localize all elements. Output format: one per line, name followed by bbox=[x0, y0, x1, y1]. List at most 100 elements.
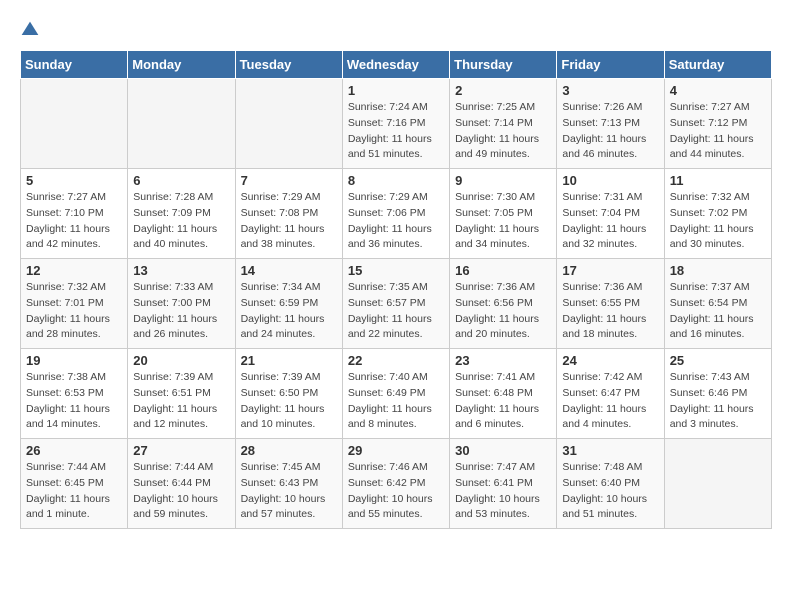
daylight-text: Daylight: 11 hours and 51 minutes. bbox=[348, 133, 432, 161]
day-number: 14 bbox=[241, 263, 337, 278]
sunrise-text: Sunrise: 7:44 AM bbox=[133, 461, 213, 473]
day-number: 12 bbox=[26, 263, 122, 278]
day-info: Sunrise: 7:39 AM Sunset: 6:50 PM Dayligh… bbox=[241, 370, 337, 433]
calendar-cell: 29 Sunrise: 7:46 AM Sunset: 6:42 PM Dayl… bbox=[342, 439, 449, 529]
day-info: Sunrise: 7:38 AM Sunset: 6:53 PM Dayligh… bbox=[26, 370, 122, 433]
day-number: 26 bbox=[26, 443, 122, 458]
day-info: Sunrise: 7:27 AM Sunset: 7:12 PM Dayligh… bbox=[670, 100, 766, 163]
daylight-text: Daylight: 11 hours and 46 minutes. bbox=[562, 133, 646, 161]
calendar-cell: 20 Sunrise: 7:39 AM Sunset: 6:51 PM Dayl… bbox=[128, 349, 235, 439]
weekday-header-friday: Friday bbox=[557, 51, 664, 79]
day-number: 4 bbox=[670, 83, 766, 98]
daylight-text: Daylight: 10 hours and 55 minutes. bbox=[348, 493, 433, 521]
sunset-text: Sunset: 6:55 PM bbox=[562, 297, 640, 309]
daylight-text: Daylight: 11 hours and 24 minutes. bbox=[241, 313, 325, 341]
sunset-text: Sunset: 6:59 PM bbox=[241, 297, 319, 309]
daylight-text: Daylight: 11 hours and 14 minutes. bbox=[26, 403, 110, 431]
day-info: Sunrise: 7:42 AM Sunset: 6:47 PM Dayligh… bbox=[562, 370, 658, 433]
daylight-text: Daylight: 11 hours and 4 minutes. bbox=[562, 403, 646, 431]
day-info: Sunrise: 7:26 AM Sunset: 7:13 PM Dayligh… bbox=[562, 100, 658, 163]
calendar-cell: 31 Sunrise: 7:48 AM Sunset: 6:40 PM Dayl… bbox=[557, 439, 664, 529]
day-number: 29 bbox=[348, 443, 444, 458]
sunset-text: Sunset: 6:57 PM bbox=[348, 297, 426, 309]
day-number: 23 bbox=[455, 353, 551, 368]
day-info: Sunrise: 7:34 AM Sunset: 6:59 PM Dayligh… bbox=[241, 280, 337, 343]
sunrise-text: Sunrise: 7:32 AM bbox=[670, 191, 750, 203]
calendar-cell bbox=[128, 79, 235, 169]
daylight-text: Daylight: 11 hours and 12 minutes. bbox=[133, 403, 217, 431]
daylight-text: Daylight: 11 hours and 49 minutes. bbox=[455, 133, 539, 161]
sunset-text: Sunset: 6:49 PM bbox=[348, 387, 426, 399]
sunset-text: Sunset: 7:06 PM bbox=[348, 207, 426, 219]
sunrise-text: Sunrise: 7:43 AM bbox=[670, 371, 750, 383]
calendar-cell: 2 Sunrise: 7:25 AM Sunset: 7:14 PM Dayli… bbox=[450, 79, 557, 169]
sunrise-text: Sunrise: 7:37 AM bbox=[670, 281, 750, 293]
day-info: Sunrise: 7:32 AM Sunset: 7:02 PM Dayligh… bbox=[670, 190, 766, 253]
sunset-text: Sunset: 6:41 PM bbox=[455, 477, 533, 489]
daylight-text: Daylight: 11 hours and 30 minutes. bbox=[670, 223, 754, 251]
sunset-text: Sunset: 7:16 PM bbox=[348, 117, 426, 129]
sunset-text: Sunset: 6:53 PM bbox=[26, 387, 104, 399]
sunrise-text: Sunrise: 7:27 AM bbox=[670, 101, 750, 113]
daylight-text: Daylight: 11 hours and 18 minutes. bbox=[562, 313, 646, 341]
weekday-header-sunday: Sunday bbox=[21, 51, 128, 79]
day-number: 15 bbox=[348, 263, 444, 278]
sunrise-text: Sunrise: 7:32 AM bbox=[26, 281, 106, 293]
calendar-week-row: 12 Sunrise: 7:32 AM Sunset: 7:01 PM Dayl… bbox=[21, 259, 772, 349]
daylight-text: Daylight: 11 hours and 40 minutes. bbox=[133, 223, 217, 251]
calendar-cell: 7 Sunrise: 7:29 AM Sunset: 7:08 PM Dayli… bbox=[235, 169, 342, 259]
sunrise-text: Sunrise: 7:41 AM bbox=[455, 371, 535, 383]
day-info: Sunrise: 7:29 AM Sunset: 7:06 PM Dayligh… bbox=[348, 190, 444, 253]
day-info: Sunrise: 7:33 AM Sunset: 7:00 PM Dayligh… bbox=[133, 280, 229, 343]
calendar-cell: 25 Sunrise: 7:43 AM Sunset: 6:46 PM Dayl… bbox=[664, 349, 771, 439]
sunrise-text: Sunrise: 7:38 AM bbox=[26, 371, 106, 383]
day-number: 24 bbox=[562, 353, 658, 368]
weekday-header-monday: Monday bbox=[128, 51, 235, 79]
sunset-text: Sunset: 6:45 PM bbox=[26, 477, 104, 489]
day-info: Sunrise: 7:27 AM Sunset: 7:10 PM Dayligh… bbox=[26, 190, 122, 253]
day-info: Sunrise: 7:36 AM Sunset: 6:55 PM Dayligh… bbox=[562, 280, 658, 343]
daylight-text: Daylight: 11 hours and 6 minutes. bbox=[455, 403, 539, 431]
calendar-cell: 23 Sunrise: 7:41 AM Sunset: 6:48 PM Dayl… bbox=[450, 349, 557, 439]
logo-icon bbox=[20, 20, 40, 40]
sunrise-text: Sunrise: 7:36 AM bbox=[455, 281, 535, 293]
sunset-text: Sunset: 7:00 PM bbox=[133, 297, 211, 309]
weekday-header-thursday: Thursday bbox=[450, 51, 557, 79]
day-info: Sunrise: 7:47 AM Sunset: 6:41 PM Dayligh… bbox=[455, 460, 551, 523]
daylight-text: Daylight: 11 hours and 38 minutes. bbox=[241, 223, 325, 251]
calendar-cell: 22 Sunrise: 7:40 AM Sunset: 6:49 PM Dayl… bbox=[342, 349, 449, 439]
day-info: Sunrise: 7:30 AM Sunset: 7:05 PM Dayligh… bbox=[455, 190, 551, 253]
daylight-text: Daylight: 11 hours and 28 minutes. bbox=[26, 313, 110, 341]
sunset-text: Sunset: 7:09 PM bbox=[133, 207, 211, 219]
daylight-text: Daylight: 11 hours and 26 minutes. bbox=[133, 313, 217, 341]
day-info: Sunrise: 7:37 AM Sunset: 6:54 PM Dayligh… bbox=[670, 280, 766, 343]
sunrise-text: Sunrise: 7:29 AM bbox=[348, 191, 428, 203]
calendar-cell bbox=[235, 79, 342, 169]
sunset-text: Sunset: 6:47 PM bbox=[562, 387, 640, 399]
sunrise-text: Sunrise: 7:28 AM bbox=[133, 191, 213, 203]
calendar-cell: 26 Sunrise: 7:44 AM Sunset: 6:45 PM Dayl… bbox=[21, 439, 128, 529]
day-number: 2 bbox=[455, 83, 551, 98]
day-number: 17 bbox=[562, 263, 658, 278]
sunset-text: Sunset: 6:43 PM bbox=[241, 477, 319, 489]
day-number: 3 bbox=[562, 83, 658, 98]
calendar-cell: 6 Sunrise: 7:28 AM Sunset: 7:09 PM Dayli… bbox=[128, 169, 235, 259]
sunset-text: Sunset: 7:02 PM bbox=[670, 207, 748, 219]
sunset-text: Sunset: 6:46 PM bbox=[670, 387, 748, 399]
day-number: 9 bbox=[455, 173, 551, 188]
sunrise-text: Sunrise: 7:47 AM bbox=[455, 461, 535, 473]
sunrise-text: Sunrise: 7:44 AM bbox=[26, 461, 106, 473]
day-info: Sunrise: 7:44 AM Sunset: 6:45 PM Dayligh… bbox=[26, 460, 122, 523]
daylight-text: Daylight: 11 hours and 44 minutes. bbox=[670, 133, 754, 161]
calendar-cell: 27 Sunrise: 7:44 AM Sunset: 6:44 PM Dayl… bbox=[128, 439, 235, 529]
calendar-week-row: 26 Sunrise: 7:44 AM Sunset: 6:45 PM Dayl… bbox=[21, 439, 772, 529]
day-number: 1 bbox=[348, 83, 444, 98]
calendar-cell: 30 Sunrise: 7:47 AM Sunset: 6:41 PM Dayl… bbox=[450, 439, 557, 529]
day-info: Sunrise: 7:28 AM Sunset: 7:09 PM Dayligh… bbox=[133, 190, 229, 253]
sunrise-text: Sunrise: 7:39 AM bbox=[133, 371, 213, 383]
weekday-header-wednesday: Wednesday bbox=[342, 51, 449, 79]
daylight-text: Daylight: 10 hours and 57 minutes. bbox=[241, 493, 326, 521]
sunrise-text: Sunrise: 7:27 AM bbox=[26, 191, 106, 203]
sunset-text: Sunset: 7:05 PM bbox=[455, 207, 533, 219]
day-number: 18 bbox=[670, 263, 766, 278]
